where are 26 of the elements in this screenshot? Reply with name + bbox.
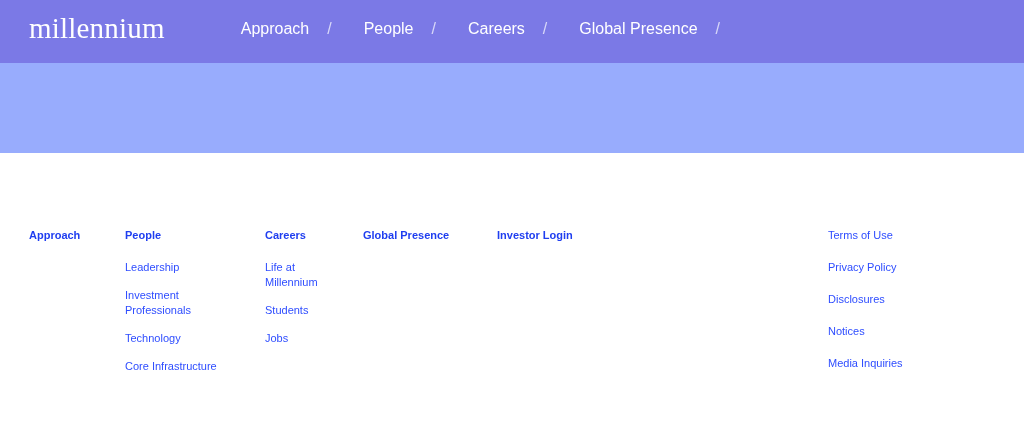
footer-heading-link[interactable]: People (125, 228, 265, 243)
footer-link[interactable]: Students (265, 303, 327, 318)
footer-link[interactable]: Jobs (265, 331, 327, 346)
footer-link[interactable]: Life at Millennium (265, 260, 327, 290)
footer-heading-link[interactable]: Careers (265, 228, 363, 243)
nav-separator: / (431, 19, 436, 38)
footer-heading-link[interactable]: Investor Login (497, 228, 647, 243)
nav-link[interactable]: Careers (467, 19, 525, 38)
footer-heading-link[interactable]: Global Presence (363, 228, 497, 243)
footer-link[interactable]: Leadership (125, 260, 225, 275)
footer-link[interactable]: Investment Professionals (125, 288, 225, 318)
nav-separator: / (327, 19, 332, 38)
legal-link[interactable]: Privacy Policy (828, 260, 1024, 275)
legal-link[interactable]: Notices (828, 324, 1024, 339)
logo[interactable]: millennium (29, 12, 165, 45)
nav-link[interactable]: Approach (240, 19, 310, 38)
footer-link[interactable]: Core Infrastructure (125, 359, 225, 374)
legal-link[interactable]: Disclosures (828, 292, 1024, 307)
footer-heading-link[interactable]: Approach (29, 228, 125, 243)
legal-link[interactable]: Terms of Use (828, 228, 1024, 243)
legal-link[interactable]: Media Inquiries (828, 356, 1024, 371)
nav-separator: / (715, 19, 721, 38)
nav-link[interactable]: Global Presence (579, 19, 698, 38)
nav-separator: / (542, 19, 548, 38)
nav-link[interactable]: People (363, 19, 414, 38)
footer-link[interactable]: Technology (125, 331, 225, 346)
